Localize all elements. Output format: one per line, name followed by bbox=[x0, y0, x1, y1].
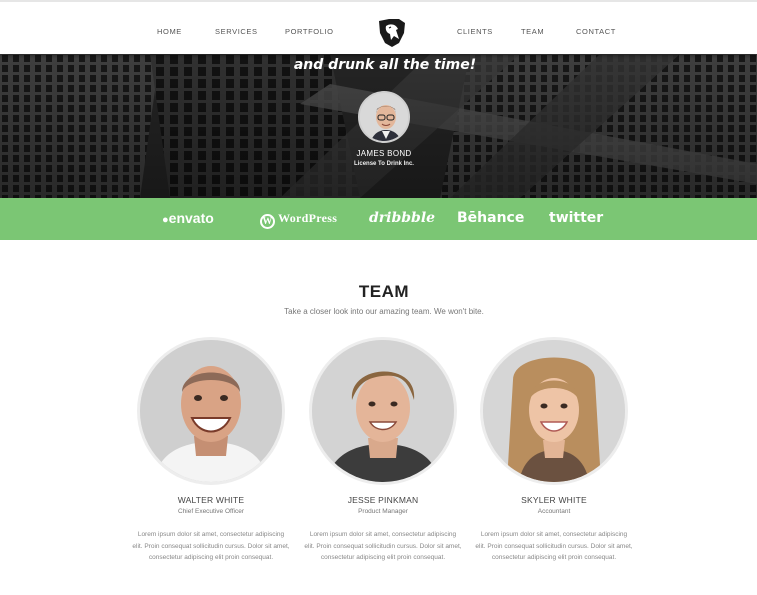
team-member-photo bbox=[309, 337, 457, 485]
client-wordpress-label: WordPress bbox=[278, 211, 338, 225]
team-member-name: SKYLER WHITE bbox=[521, 495, 587, 505]
team-member-photo bbox=[480, 337, 628, 485]
team-member-photo bbox=[137, 337, 285, 485]
nav-services[interactable]: SERVICES bbox=[215, 27, 258, 36]
client-envato-logo[interactable]: ●envato bbox=[162, 210, 214, 226]
top-navbar: HOME SERVICES PORTFOLIO CLIENTS TEAM CON… bbox=[0, 0, 757, 54]
client-wordpress-logo[interactable]: W WordPress bbox=[260, 211, 337, 229]
team-section-subtitle: Take a closer look into our amazing team… bbox=[284, 307, 484, 316]
testimonial-author-name: JAMES BOND bbox=[356, 149, 412, 158]
team-member-bio: Lorem ipsum dolor sit amet, consectetur … bbox=[132, 531, 290, 562]
testimonial-section: and drunk all the time! JAMES BOND Licen… bbox=[0, 54, 757, 198]
nav-portfolio[interactable]: PORTFOLIO bbox=[285, 27, 334, 36]
nav-home[interactable]: HOME bbox=[157, 27, 182, 36]
nav-team[interactable]: TEAM bbox=[521, 27, 544, 36]
testimonial-avatar bbox=[358, 91, 410, 143]
team-member-role: Chief Executive Officer bbox=[178, 508, 244, 515]
testimonial-quote: and drunk all the time! bbox=[293, 57, 477, 73]
team-member-name: WALTER WHITE bbox=[177, 495, 245, 505]
nav-clients[interactable]: CLIENTS bbox=[457, 27, 493, 36]
testimonial-author-role: License To Drink Inc. bbox=[354, 161, 414, 167]
wordpress-icon: W bbox=[260, 214, 275, 229]
team-member-name: JESSE PINKMAN bbox=[347, 495, 419, 505]
team-member-bio: Lorem ipsum dolor sit amet, consectetur … bbox=[304, 531, 462, 562]
leaf-icon: ● bbox=[162, 214, 169, 226]
clients-strip: ●envato W WordPress dribbble Bēhance twi… bbox=[0, 198, 757, 240]
client-behance-logo[interactable]: Bēhance bbox=[457, 210, 524, 226]
client-dribbble-logo[interactable]: dribbble bbox=[369, 210, 435, 226]
team-member-role: Accountant bbox=[537, 508, 571, 515]
client-twitter-logo[interactable]: twitter bbox=[549, 210, 603, 226]
team-section-title: TEAM bbox=[358, 282, 410, 301]
team-member-bio: Lorem ipsum dolor sit amet, consectetur … bbox=[475, 531, 633, 562]
nav-contact[interactable]: CONTACT bbox=[576, 27, 616, 36]
client-envato-label: envato bbox=[168, 210, 214, 226]
horse-head-icon[interactable] bbox=[377, 17, 407, 49]
team-member-role: Product Manager bbox=[358, 508, 408, 515]
